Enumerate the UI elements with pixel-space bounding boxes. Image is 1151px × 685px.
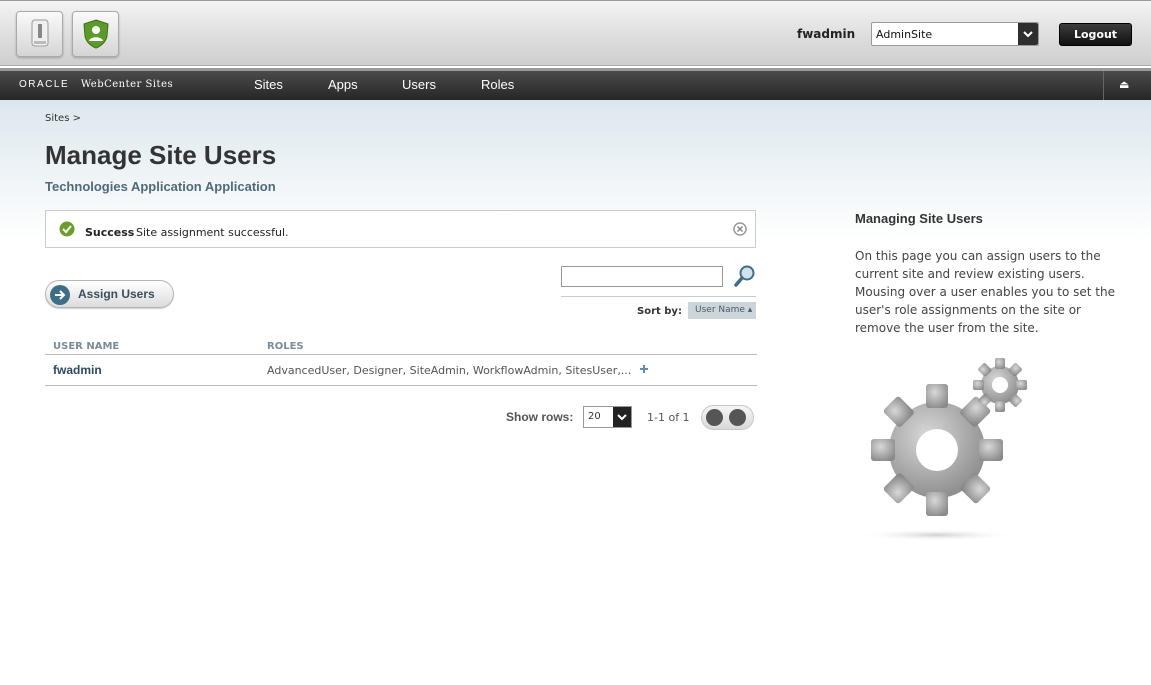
shield-user-icon	[83, 19, 109, 49]
previous-page-button[interactable]	[706, 409, 723, 426]
assign-users-button[interactable]: Assign Users	[45, 280, 174, 308]
success-message: Site assignment successful.	[136, 226, 289, 239]
main-navbar: ORACLE WebCenter Sites Sites Apps Users …	[0, 68, 1151, 100]
nav-roles[interactable]: Roles	[481, 77, 514, 92]
expand-roles-icon[interactable]	[639, 364, 649, 374]
sort-by-label: Sort by:	[637, 306, 682, 317]
site-select-value: AdminSite	[876, 28, 933, 41]
close-icon[interactable]	[733, 222, 747, 236]
top-toolbar: fwadmin AdminSite Logout	[0, 0, 1151, 66]
current-user-name: fwadmin	[797, 27, 856, 41]
sort-divider	[561, 296, 756, 297]
arrow-right-circle-icon	[50, 285, 70, 305]
brand-product: WebCenter Sites	[80, 79, 174, 90]
chevron-down-icon	[1023, 31, 1033, 38]
column-header-roles: ROLES	[267, 341, 304, 352]
site-select-dropdown[interactable]	[1018, 23, 1038, 45]
success-label: Success	[85, 226, 135, 239]
contributor-app-icon	[31, 19, 49, 47]
help-title: Managing Site Users	[855, 211, 983, 226]
success-message-box: Success Site assignment successful.	[45, 210, 756, 248]
logout-button[interactable]: Logout	[1059, 23, 1132, 46]
nav-users[interactable]: Users	[402, 77, 436, 92]
brand-oracle: ORACLE	[19, 79, 70, 90]
sort-by-button[interactable]: User Name ▴	[688, 302, 756, 319]
site-select[interactable]: AdminSite	[871, 22, 1039, 46]
table-row-roles: AdvancedUser, Designer, SiteAdmin, Workf…	[267, 364, 632, 377]
nav-sites[interactable]: Sites	[254, 77, 283, 92]
column-header-user-name[interactable]: USER NAME	[53, 341, 119, 352]
assign-users-label: Assign Users	[78, 287, 155, 301]
rows-per-page-dropdown[interactable]	[613, 407, 631, 427]
success-check-icon	[59, 221, 75, 237]
help-text: On this page you can assign users to the…	[855, 249, 1115, 335]
pagination-range: 1-1 of 1	[647, 411, 690, 424]
page-title: Manage Site Users	[45, 140, 277, 170]
brand-logo: ORACLE WebCenter Sites	[19, 79, 173, 90]
chevron-down-icon	[617, 414, 627, 421]
rows-per-page-value: 20	[588, 411, 601, 422]
breadcrumb[interactable]: Sites >	[45, 113, 81, 124]
search-icon[interactable]	[733, 264, 757, 288]
search-input[interactable]	[561, 266, 723, 287]
next-page-button[interactable]	[729, 409, 746, 426]
admin-app-button[interactable]	[72, 11, 119, 57]
show-rows-label: Show rows:	[506, 410, 574, 424]
nav-divider	[1103, 71, 1104, 100]
gears-illustration-icon	[857, 358, 1027, 541]
table-header-divider	[45, 354, 757, 355]
table-row-user-name[interactable]: fwadmin	[53, 363, 102, 377]
table-row-divider	[45, 385, 757, 386]
nav-apps[interactable]: Apps	[328, 77, 358, 92]
collapse-header-icon[interactable]: ⏏	[1119, 78, 1129, 91]
page-subtitle: Technologies Application Application	[45, 179, 276, 194]
contributor-app-button[interactable]	[16, 11, 63, 57]
pagination-controls	[701, 405, 754, 430]
rows-per-page-select[interactable]: 20	[583, 406, 632, 428]
